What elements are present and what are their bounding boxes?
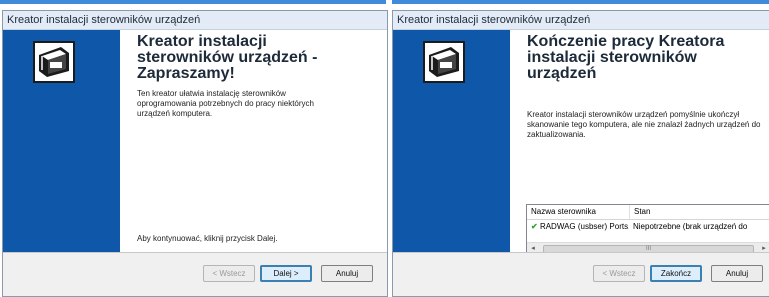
wizard-footer: < Wstecz Zakończ Anuluj (393, 252, 769, 296)
column-status[interactable]: Stan (629, 205, 769, 219)
back-button[interactable]: < Wstecz (593, 265, 645, 282)
wizard-content: Kreator instalacji sterowników urządzeń … (120, 30, 387, 253)
page-title: Kreator instalacji sterowników urządzeń … (137, 33, 318, 82)
driver-name: RADWAG (usbser) Ports... (539, 222, 629, 231)
window-title: Kreator instalacji sterowników urządzeń (3, 11, 387, 30)
cancel-button[interactable]: Anuluj (711, 265, 763, 282)
table-row[interactable]: ✔ RADWAG (usbser) Ports... Niepotrzebne … (527, 220, 769, 234)
table-header: Nazwa sterownika Stan (527, 205, 769, 220)
continue-hint: Aby kontynuować, kliknij przycisk Dalej. (137, 234, 278, 243)
driver-name-cell: ✔ RADWAG (usbser) Ports... (527, 220, 629, 234)
column-driver-name[interactable]: Nazwa sterownika (527, 205, 629, 219)
page-title: Kończenie pracy Kreatora instalacji ster… (527, 33, 725, 82)
window-title: Kreator instalacji sterowników urządzeń (393, 11, 769, 30)
wizard-window-finish: Kreator instalacji sterowników urządzeń … (392, 10, 769, 297)
check-icon: ✔ (531, 222, 538, 231)
finish-description: Kreator instalacji sterowników urządzeń … (527, 110, 761, 139)
wizard-window-welcome: Kreator instalacji sterowników urządzeń … (2, 10, 388, 297)
wizard-content: Kończenie pracy Kreatora instalacji ster… (510, 30, 769, 256)
driver-status-cell: Niepotrzebne (brak urządzeń do (633, 222, 748, 231)
next-button[interactable]: Dalej > (260, 265, 312, 282)
hardware-device-icon (33, 41, 75, 83)
wizard-banner (3, 30, 120, 253)
wizard-banner (393, 30, 510, 253)
top-accent-bar (0, 0, 769, 4)
cancel-button[interactable]: Anuluj (321, 265, 373, 282)
wizard-footer: < Wstecz Dalej > Anuluj (3, 252, 387, 296)
hardware-device-icon (423, 41, 465, 83)
driver-table: Nazwa sterownika Stan ✔ RADWAG (usbser) … (526, 204, 769, 256)
finish-button[interactable]: Zakończ (650, 265, 702, 282)
back-button[interactable]: < Wstecz (203, 265, 255, 282)
welcome-description: Ten kreator ułatwia instalację sterownik… (137, 89, 314, 118)
